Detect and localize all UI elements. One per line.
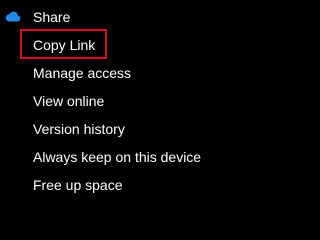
menu-item-label: Always keep on this device xyxy=(33,149,202,165)
menu-item-label: View online xyxy=(33,93,105,109)
menu-item-share[interactable]: Share xyxy=(0,4,319,30)
menu-item-label: Free up space xyxy=(33,177,123,193)
menu-item-label: Copy Link xyxy=(33,37,96,53)
menu-item-version-history[interactable]: Version history xyxy=(0,116,319,142)
menu-item-view-online[interactable]: View online xyxy=(0,88,319,114)
menu-item-label: Version history xyxy=(33,121,125,137)
onedrive-cloud-icon xyxy=(5,11,21,22)
menu-item-label: Manage access xyxy=(33,65,132,81)
menu-item-manage-access[interactable]: Manage access xyxy=(0,60,319,86)
context-menu: Share Copy Link Manage access View onlin… xyxy=(0,0,319,201)
menu-item-free-up-space[interactable]: Free up space xyxy=(0,172,319,198)
menu-item-always-keep[interactable]: Always keep on this device xyxy=(0,144,319,170)
menu-item-label: Share xyxy=(33,9,71,25)
menu-item-copy-link[interactable]: Copy Link xyxy=(0,32,319,58)
